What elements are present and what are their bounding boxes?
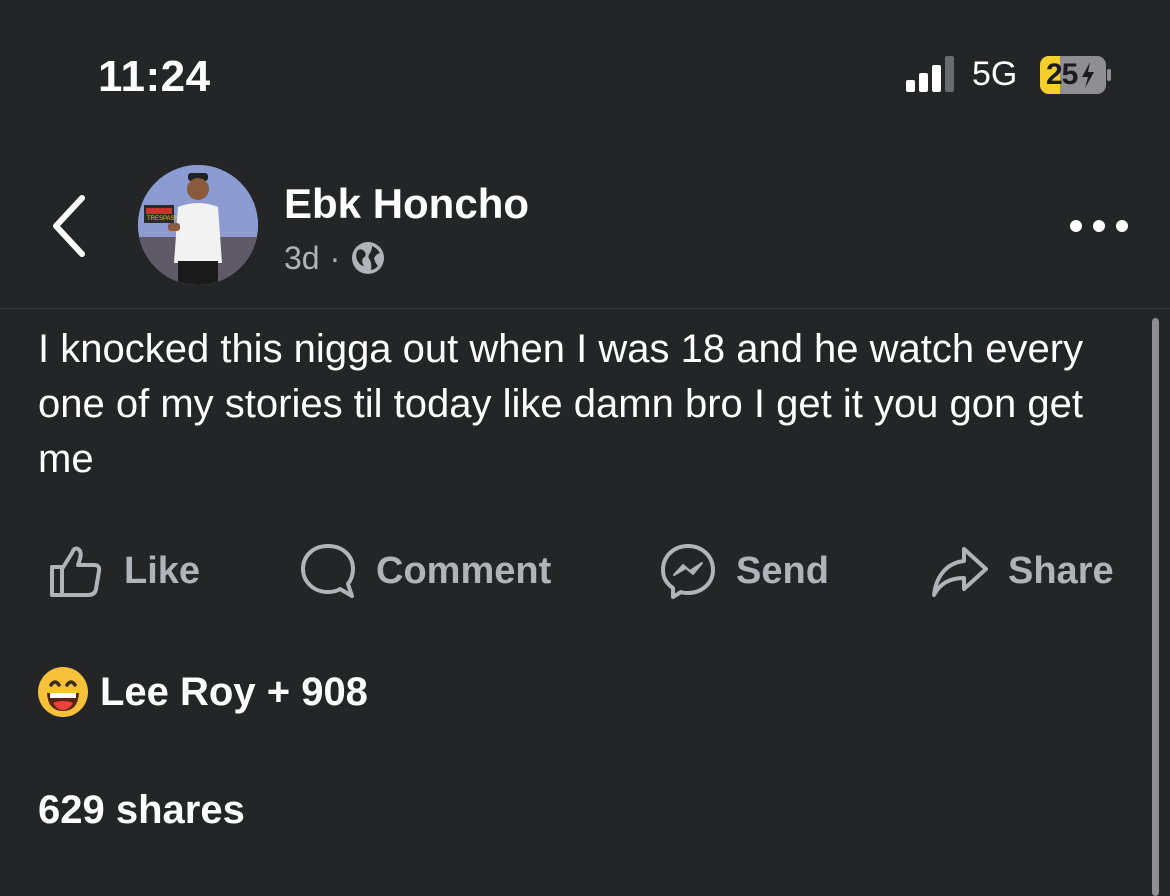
laughing-face-icon (38, 667, 88, 717)
scrollbar[interactable] (1152, 318, 1159, 896)
status-bar: 11:24 5G 25 (0, 0, 1170, 150)
meta-separator: · (329, 239, 341, 276)
back-chevron-icon[interactable] (40, 186, 100, 266)
network-type: 5G (972, 55, 1018, 93)
post-meta: 3d · (284, 238, 386, 278)
reactions-text: Lee Roy + 908 (100, 669, 368, 714)
like-button[interactable]: Like (46, 535, 200, 607)
more-options-icon[interactable] (1064, 206, 1134, 246)
avatar[interactable]: TRESPASS (138, 165, 258, 285)
share-button[interactable]: Share (930, 535, 1114, 607)
cellular-signal-icon (906, 56, 954, 92)
send-label: Send (736, 549, 829, 592)
post-action-bar: Like Comment Send Share (0, 535, 1170, 607)
globe-icon (352, 242, 385, 274)
avatar-photo: TRESPASS (138, 165, 258, 285)
messenger-icon (661, 544, 715, 599)
comment-button[interactable]: Comment (298, 535, 551, 607)
status-time: 11:24 (98, 52, 211, 101)
like-label: Like (124, 549, 201, 592)
post-text: I knocked this nigga out when I was 18 a… (38, 327, 1084, 481)
author-name[interactable]: Ebk Honcho (284, 180, 529, 228)
reactions-summary[interactable]: Lee Roy + 908 (36, 664, 368, 720)
send-button[interactable]: Send (658, 535, 829, 607)
battery-level: 25 (1046, 58, 1078, 91)
comment-label: Comment (376, 549, 552, 592)
post-header: TRESPASS Ebk Honcho 3d · (0, 150, 1170, 309)
share-label: Share (1008, 549, 1114, 592)
avatar-sign-text: TRESPASS (147, 216, 179, 222)
thumbs-up-icon (50, 546, 102, 597)
comment-bubble-icon (301, 544, 355, 598)
shares-count[interactable]: 629 shares (38, 788, 245, 833)
share-arrow-icon (932, 547, 988, 597)
post-age: 3d (284, 239, 320, 276)
